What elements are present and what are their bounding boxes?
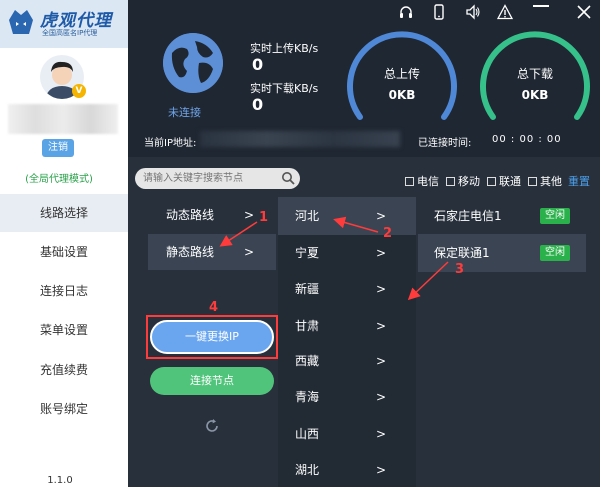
annotation-4: 4 xyxy=(209,300,219,315)
annotation-highlight-box xyxy=(146,315,278,359)
annotation-3: 3 xyxy=(455,262,465,277)
annotation-arrows xyxy=(219,216,449,301)
annotation-1: 1 xyxy=(259,210,269,225)
annotation-2: 2 xyxy=(383,226,393,241)
